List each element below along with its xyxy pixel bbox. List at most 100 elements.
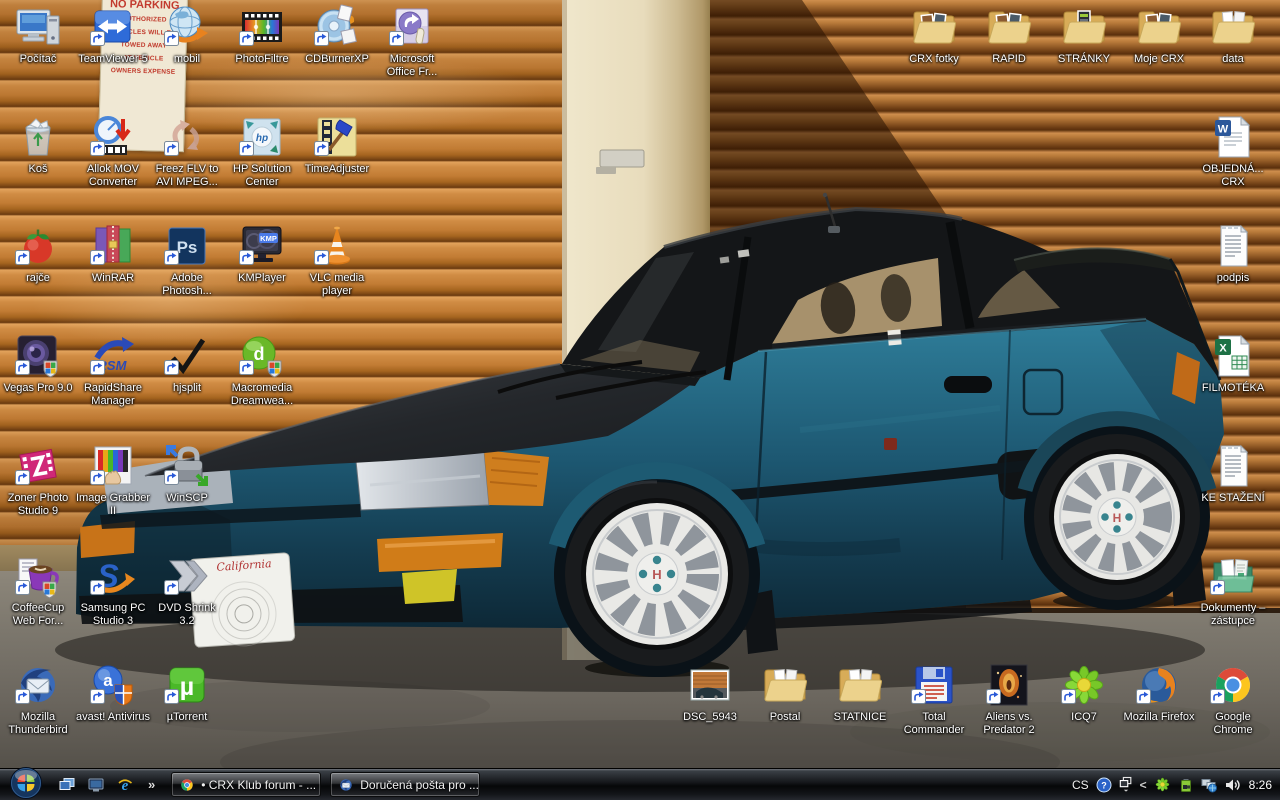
shortcut-arrow-badge — [164, 360, 179, 380]
svg-text:W: W — [1218, 124, 1229, 136]
desktop-icon-label: FILMOTÉKA — [1196, 382, 1270, 395]
quick-launch-overflow-chevron[interactable]: » — [148, 777, 155, 792]
desktop-icon-rapid[interactable]: RAPID — [972, 3, 1046, 66]
desktop-icon-label: avast! Antivirus — [76, 711, 150, 724]
desktop-icon-label: OBJEDNÁ... CRX — [1196, 163, 1270, 189]
shortcut-arrow-badge — [15, 580, 30, 600]
remote-desktop-icon[interactable] — [86, 775, 106, 795]
desktop-icon-cdburnerxp[interactable]: CDBurnerXP — [300, 3, 374, 66]
desktop-icon-adobe-photoshop[interactable]: PsAdobe Photosh... — [150, 222, 224, 298]
taskbar-clock[interactable]: 8:26 — [1249, 778, 1272, 792]
desktop-icon-dvd-shrink[interactable]: DVD Shrink 3.2 — [150, 552, 224, 628]
desktop-icon-label: DVD Shrink 3.2 — [150, 602, 224, 628]
window-restore-icon[interactable] — [1119, 776, 1133, 793]
desktop-icon-mozilla-thunderbird[interactable]: Mozilla Thunderbird — [1, 661, 75, 737]
desktop-icon-kmplayer[interactable]: KMPKMPlayer — [225, 222, 299, 285]
desktop-icon-crx-fotky[interactable]: CRX fotky — [897, 3, 971, 66]
icq-tray-icon[interactable] — [1154, 776, 1171, 793]
desktop-icon-photofiltre[interactable]: PhotoFiltre — [225, 3, 299, 66]
desktop-icon-zoner-photo-studio[interactable]: Zoner Photo Studio 9 — [1, 442, 75, 518]
desktop-icon-grid: PočítačTeamViewer 5mobilPhotoFiltreCDBur… — [0, 0, 1280, 768]
desktop-icon-winrar[interactable]: WinRAR — [76, 222, 150, 285]
desktop-icon-hp-solution-center[interactable]: hpHP Solution Center — [225, 113, 299, 189]
taskbar: e » • CRX Klub forum - ... Doručená pošta… — [0, 768, 1280, 800]
allok-icon — [89, 113, 137, 161]
taskbar-button-1[interactable]: • CRX Klub forum - ... — [171, 772, 321, 797]
desktop-icon-mobil[interactable]: mobil — [150, 3, 224, 66]
desktop-icon-utorrent[interactable]: µµTorrent — [150, 661, 224, 724]
desktop-icon-label: hjsplit — [150, 382, 224, 395]
shortcut-arrow-badge — [239, 250, 254, 270]
desktop-icon-label: Total Commander — [897, 711, 971, 737]
desktop-icon-filmoteka[interactable]: X FILMOTÉKA — [1196, 332, 1270, 395]
desktop-icon-icq7[interactable]: ICQ7 — [1047, 661, 1121, 724]
shortcut-arrow-badge — [389, 31, 404, 51]
battery-icon[interactable] — [1178, 777, 1194, 793]
desktop-icon-samsung-pc-studio[interactable]: SSamsung PC Studio 3 — [76, 552, 150, 628]
desktop-icon-ke-stazeni[interactable]: KE STAŽENÍ — [1196, 442, 1270, 505]
folderphotos-icon — [910, 3, 958, 51]
start-button[interactable] — [9, 766, 43, 800]
language-indicator[interactable]: CS — [1072, 778, 1089, 792]
msoffice-icon — [388, 3, 436, 51]
desktop-icon-allok-mov-converter[interactable]: Allok MOV Converter — [76, 113, 150, 189]
shortcut-arrow-badge — [15, 360, 30, 380]
desktop-icon-statnice[interactable]: STATNICE — [823, 661, 897, 724]
textfile-icon — [1209, 442, 1257, 490]
desktop-icon-rapidshare-manager[interactable]: RSMRapidShare Manager — [76, 332, 150, 408]
desktop-icon-label: CRX fotky — [897, 53, 971, 66]
chrome-icon — [1209, 661, 1257, 709]
worddoc-icon: W — [1209, 113, 1257, 161]
desktop-icon-macromedia-dreamweaver[interactable]: d Macromedia Dreamwea... — [225, 332, 299, 408]
taskbar-button-2[interactable]: Doručená pošta pro ... — [330, 772, 480, 797]
desktop-icon-kos[interactable]: Koš — [1, 113, 75, 176]
desktop-icon-label: ICQ7 — [1047, 711, 1121, 724]
desktop-icon-timeadjuster[interactable]: TimeAdjuster — [300, 113, 374, 176]
desktop-icon-moje-crx[interactable]: Moje CRX — [1122, 3, 1196, 66]
dvdshrink-icon — [163, 552, 211, 600]
desktop-icon-total-commander[interactable]: Total Commander — [897, 661, 971, 737]
volume-icon[interactable] — [1224, 777, 1240, 793]
desktop-icon-label: Macromedia Dreamwea... — [225, 382, 299, 408]
teamviewer-icon — [89, 3, 137, 51]
desktop-icon-objednavka-crx[interactable]: W OBJEDNÁ... CRX — [1196, 113, 1270, 189]
desktop-icon-avast-antivirus[interactable]: aavast! Antivirus — [76, 661, 150, 724]
show-desktop-icon[interactable] — [57, 775, 77, 795]
folderweb-icon — [1060, 3, 1108, 51]
desktop-icon-rajce[interactable]: rajče — [1, 222, 75, 285]
desktop-icon-teamviewer-5[interactable]: TeamViewer 5 — [76, 3, 150, 66]
folderpapers-icon — [1209, 3, 1257, 51]
desktop-icon-label: TimeAdjuster — [300, 163, 374, 176]
excelfile-icon: X — [1209, 332, 1257, 380]
desktop-icon-postal[interactable]: Postal — [748, 661, 822, 724]
photofiltre-icon — [238, 3, 286, 51]
shortcut-arrow-badge — [90, 470, 105, 490]
desktop-icon-podpis[interactable]: podpis — [1196, 222, 1270, 285]
desktop-icon-mozilla-firefox[interactable]: Mozilla Firefox — [1122, 661, 1196, 724]
internet-explorer-icon[interactable]: e — [115, 775, 135, 795]
desktop-icon-pocitac[interactable]: Počítač — [1, 3, 75, 66]
desktop-icon-coffeecup[interactable]: CoffeeCup Web For... — [1, 552, 75, 628]
folderpapers-icon — [761, 661, 809, 709]
help-icon[interactable]: ? — [1096, 777, 1112, 793]
desktop-icon-winscp[interactable]: WinSCP — [150, 442, 224, 505]
desktop-icon-aliens-vs-predator-2[interactable]: Aliens vs. Predator 2 — [972, 661, 1046, 737]
desktop-icon-dsc-5943[interactable]: DSC_5943 — [673, 661, 747, 724]
desktop-icon-stranky[interactable]: STRÁNKY — [1047, 3, 1121, 66]
desktop-icon-hjsplit[interactable]: hjsplit — [150, 332, 224, 395]
desktop-icon-data[interactable]: data — [1196, 3, 1270, 66]
desktop-icon-vegas-pro[interactable]: Vegas Pro 9.0 — [1, 332, 75, 395]
desktop-icon-dokumenty-zastupce[interactable]: Dokumenty – zástupce — [1196, 552, 1270, 628]
tray-collapse-chevron[interactable]: < — [1140, 778, 1147, 792]
network-icon[interactable] — [1201, 777, 1217, 793]
desktop-icon-google-chrome[interactable]: Google Chrome — [1196, 661, 1270, 737]
desktop-icon-microsoft-office[interactable]: Microsoft Office Fr... — [375, 3, 449, 79]
desktop-icon-label: Koš — [1, 163, 75, 176]
desktop-icon-image-grabber[interactable]: Image Grabber II — [76, 442, 150, 518]
svg-text:d: d — [254, 344, 265, 364]
desktop-icon-vlc-media-player[interactable]: VLC media player — [300, 222, 374, 298]
desktop-icon-freez-flv[interactable]: Freez FLV to AVI MPEG... — [150, 113, 224, 189]
desktop-icon-label: DSC_5943 — [673, 711, 747, 724]
shortcut-arrow-badge — [314, 250, 329, 270]
shortcut-arrow-badge — [986, 689, 1001, 709]
